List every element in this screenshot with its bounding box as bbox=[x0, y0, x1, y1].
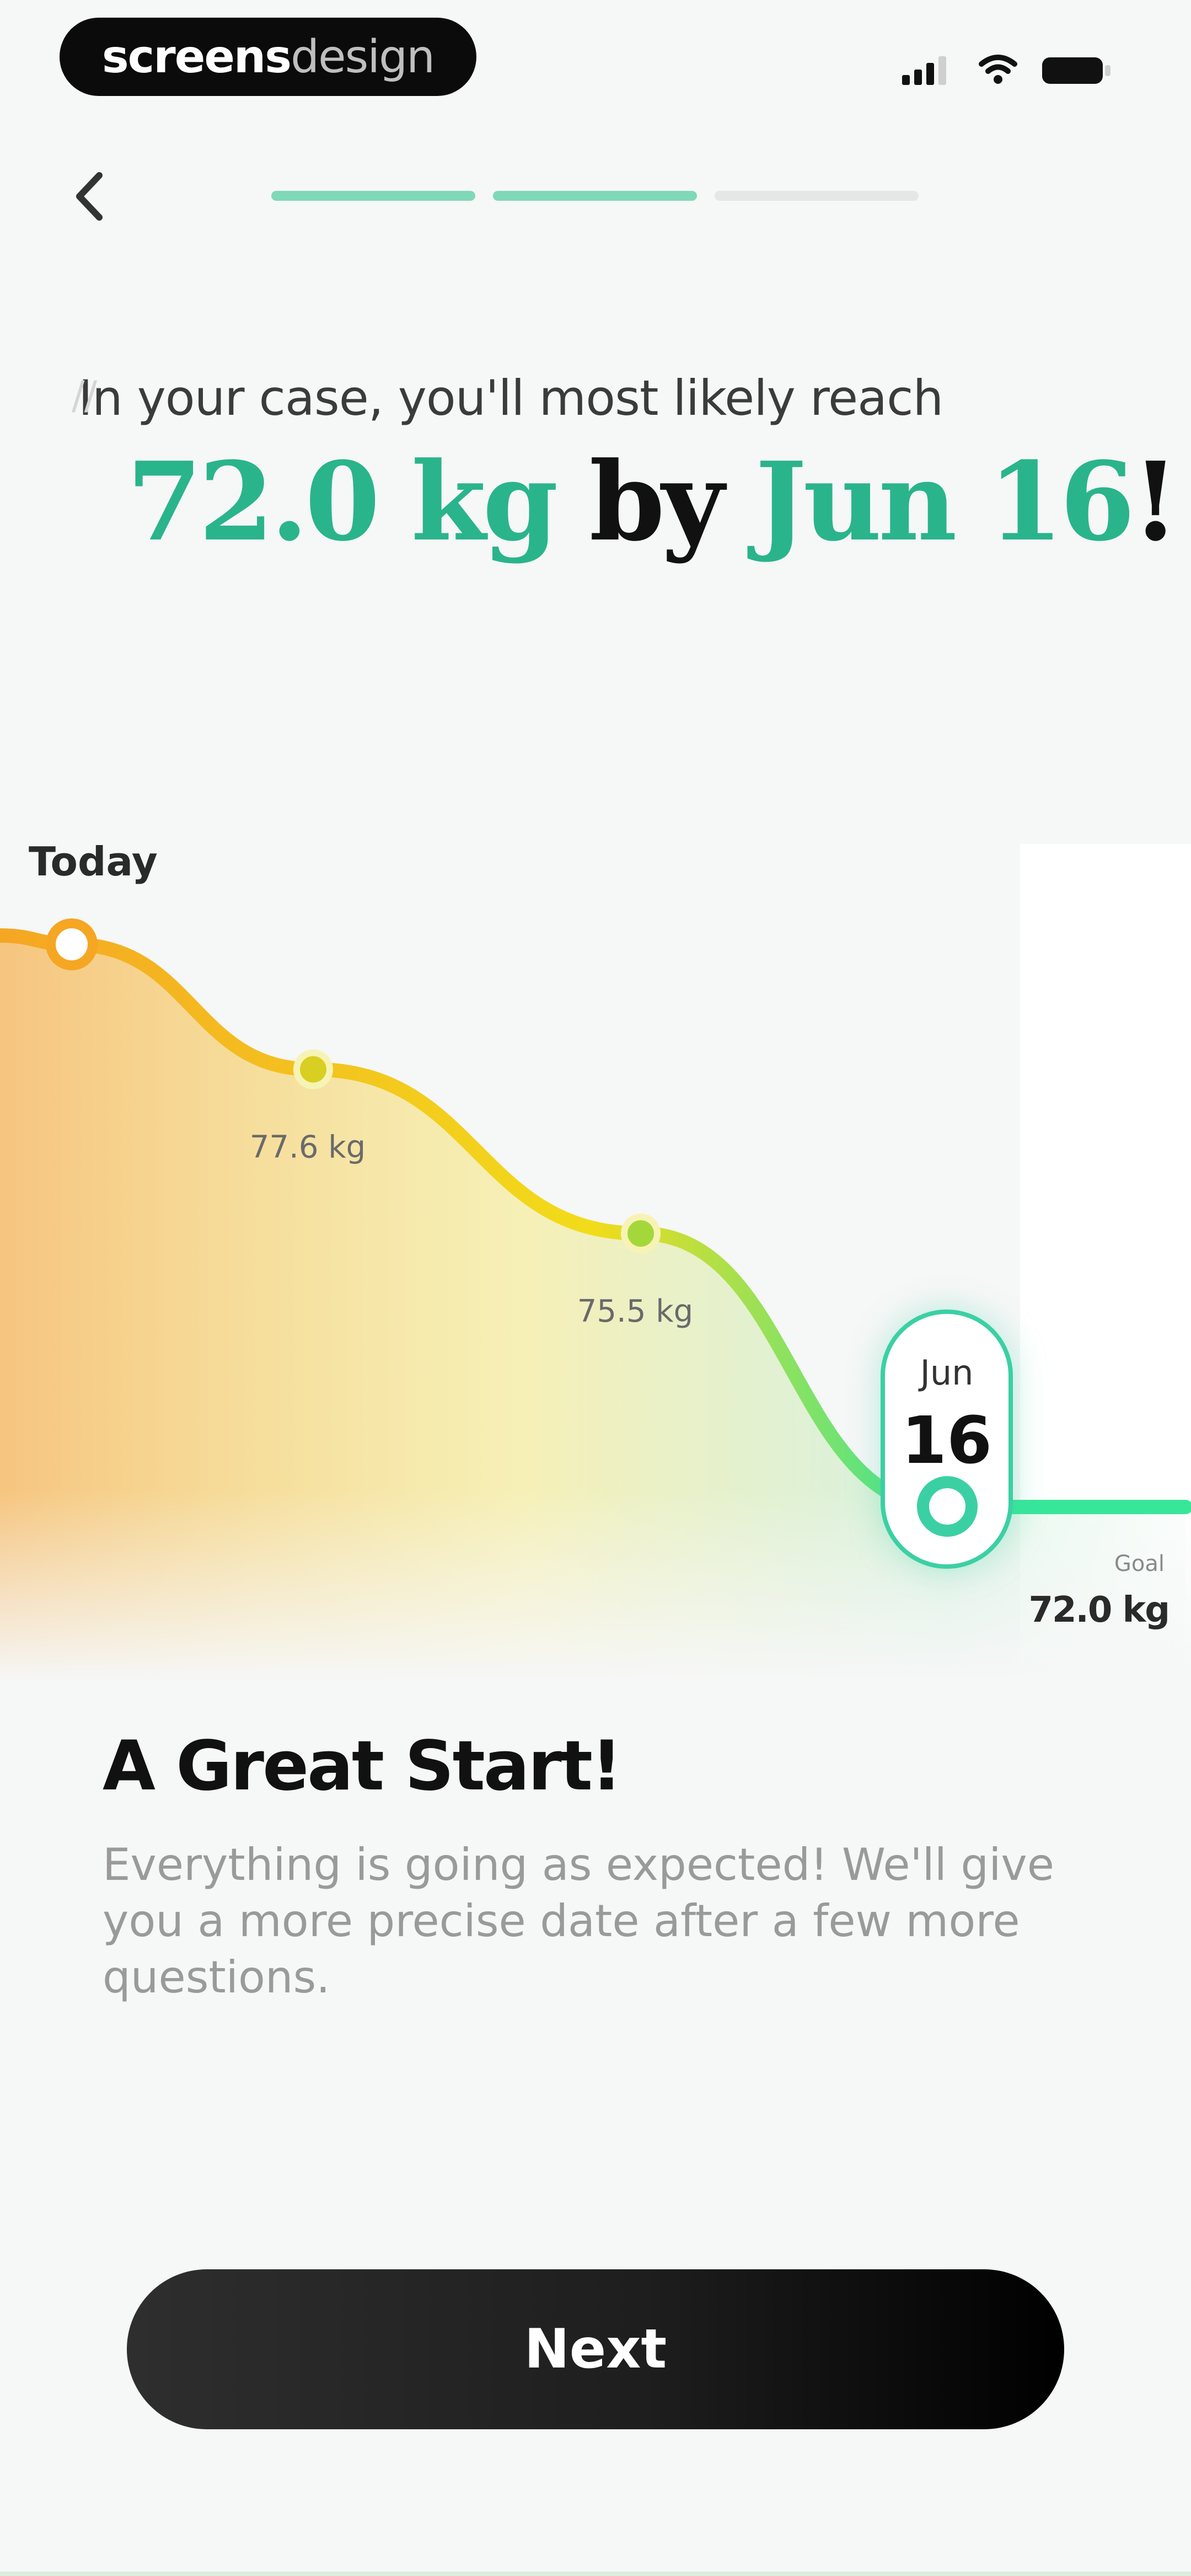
chevron-left-icon bbox=[76, 172, 103, 221]
chart-point-today bbox=[46, 918, 98, 970]
chart-start-label: Today bbox=[29, 838, 158, 885]
goal-value-label: 72.0 kg bbox=[1028, 1590, 1170, 1631]
progress-segment-1 bbox=[271, 191, 475, 201]
goal-date-month: Jun bbox=[920, 1353, 974, 1393]
progress-segment-3 bbox=[715, 191, 919, 201]
system-icons bbox=[893, 46, 1125, 90]
chart-fade-overlay bbox=[0, 1489, 1191, 1682]
goal-date: Jun 16 bbox=[755, 439, 1135, 565]
chart-point-2 bbox=[293, 1049, 333, 1089]
card-body: Everything is going as expected! We'll g… bbox=[103, 1839, 1054, 2003]
headline-subtitle: // In your case, you'll most likely reac… bbox=[72, 370, 1126, 426]
goal-date-day: 16 bbox=[901, 1402, 993, 1478]
weight-forecast-svg: 77.6 kg 75.5 kg bbox=[0, 844, 1191, 1682]
headline: 72.0 kg by Jun 16! bbox=[127, 436, 1179, 568]
headline-subtitle-text: In your case, you'll most likely reach bbox=[78, 370, 943, 426]
brand-logo: screens design bbox=[60, 18, 476, 96]
goal-date-marker: Jun 16 bbox=[881, 1310, 1013, 1569]
chart-point-3 bbox=[621, 1214, 661, 1254]
quote-slashes-icon: // bbox=[72, 373, 97, 418]
weight-forecast-chart: 77.6 kg 75.5 kg bbox=[0, 827, 1191, 1682]
step-progress bbox=[271, 191, 922, 204]
progress-segment-2 bbox=[493, 191, 697, 201]
headline-connector: by bbox=[589, 439, 725, 565]
bottom-edge bbox=[0, 2572, 1191, 2576]
status-bar: screens design bbox=[0, 0, 1191, 110]
goal-weight: 72.0 kg bbox=[127, 439, 558, 565]
wifi-icon bbox=[979, 55, 1017, 84]
goal-point-ring bbox=[917, 1476, 978, 1537]
brand-logo-part2: design bbox=[291, 30, 435, 83]
back-button[interactable] bbox=[60, 160, 120, 232]
battery-icon bbox=[1042, 57, 1110, 84]
goal-caption: Goal bbox=[1114, 1551, 1165, 1576]
card-title: A Great Start! bbox=[103, 1727, 623, 1806]
chart-point-label-2: 77.6 kg bbox=[250, 1130, 366, 1166]
signal-icon bbox=[902, 56, 946, 85]
brand-logo-part1: screens bbox=[101, 30, 292, 83]
chart-point-label-3: 75.5 kg bbox=[577, 1294, 693, 1329]
next-button[interactable]: Next bbox=[127, 2269, 1064, 2429]
headline-exclamation: ! bbox=[1131, 439, 1179, 565]
